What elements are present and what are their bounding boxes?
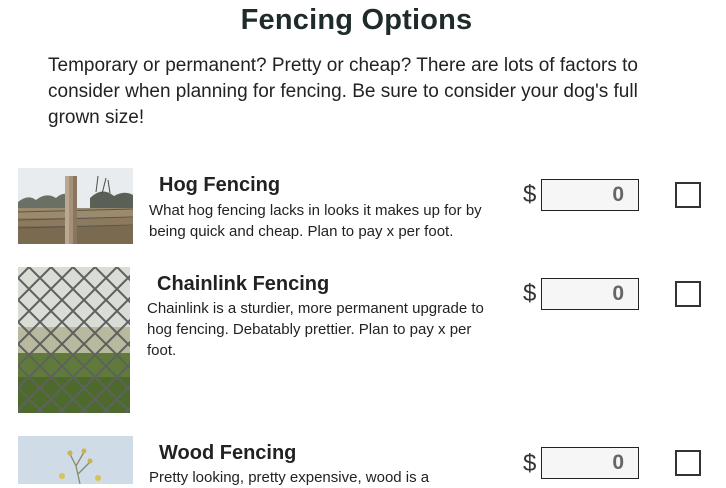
option-description: Chainlink is a sturdier, more permanent … bbox=[147, 300, 484, 359]
page-title: Fencing Options bbox=[240, 4, 473, 36]
chainlink-select-checkbox[interactable] bbox=[675, 281, 701, 307]
currency-symbol: $ bbox=[523, 280, 537, 307]
option-description: Pretty looking, pretty expensive, wood i… bbox=[149, 469, 430, 486]
intro-text: Temporary or permanent? Pretty or cheap?… bbox=[48, 55, 638, 128]
wood-price-input[interactable] bbox=[541, 447, 639, 479]
chainlink-fencing-image bbox=[18, 267, 130, 413]
wood-fencing-image bbox=[18, 436, 133, 484]
hog-price-input[interactable] bbox=[541, 179, 639, 211]
option-title: Chainlink Fencing bbox=[157, 273, 330, 295]
hog-select-checkbox[interactable] bbox=[675, 182, 701, 208]
option-title: Wood Fencing bbox=[159, 442, 297, 464]
wood-select-checkbox[interactable] bbox=[675, 450, 701, 476]
currency-symbol: $ bbox=[523, 181, 537, 208]
option-title: Hog Fencing bbox=[159, 174, 281, 196]
chainlink-price-input[interactable] bbox=[541, 278, 639, 310]
option-description: What hog fencing lacks in looks it makes… bbox=[149, 202, 482, 240]
hog-fencing-image bbox=[18, 168, 133, 244]
currency-symbol: $ bbox=[523, 450, 537, 477]
